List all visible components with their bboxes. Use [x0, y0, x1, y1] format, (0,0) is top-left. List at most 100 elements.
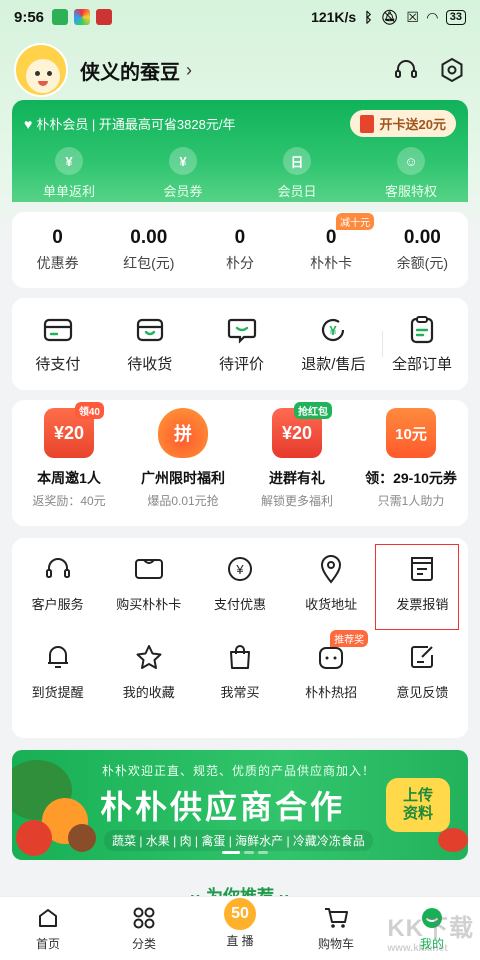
red-envelope-icon: ¥20 抢红包	[272, 402, 332, 458]
red-envelope-icon	[359, 114, 374, 133]
order-pending-review[interactable]: 待评价	[199, 315, 285, 374]
banner-title: 朴朴供应商合作	[100, 789, 346, 825]
membership-tagline: 朴朴会员 | 开通最高可省3828元/年	[36, 117, 236, 132]
gift-card-icon	[134, 554, 164, 584]
chicken-image	[68, 824, 96, 852]
status-bar: 9:56 121K/s ᛒ 🔕︎ ☒ ◠ 33	[0, 0, 480, 34]
svc-hiring[interactable]: 推荐奖 朴朴热招	[288, 630, 374, 730]
services-grid: 客户服务 购买朴朴卡 ¥ 支付优惠 收货地址 发票报销 到货提醒 我的收藏 我常…	[12, 538, 468, 738]
stat-red-packets[interactable]: 0.00 红包(元)	[104, 227, 194, 273]
order-pending-receipt[interactable]: 待收货	[107, 315, 193, 374]
chevron-right-icon[interactable]: ›	[186, 60, 192, 81]
bluetooth-icon: ᛒ	[364, 9, 373, 25]
coupon-icon: 10元	[386, 408, 436, 458]
battery-icon: 33	[445, 9, 466, 25]
svc-restock-alert[interactable]: 到货提醒	[15, 642, 101, 730]
headset-icon	[43, 554, 73, 584]
invoice-icon	[407, 554, 437, 584]
status-time: 9:56	[14, 8, 45, 26]
calendar-icon: 日	[283, 147, 311, 175]
crab-image	[438, 828, 468, 852]
package-box-icon	[135, 315, 165, 345]
sim-icon: ☒	[406, 8, 419, 25]
app-notification-icon	[74, 9, 91, 25]
profile-page: 9:56 121K/s ᛒ 🔕︎ ☒ ◠ 33 侠义的蚕豆 › ♥ 朴朴会员 |…	[0, 0, 480, 960]
perk-vip-service[interactable]: ☺ 客服特权	[361, 147, 461, 200]
order-pending-payment[interactable]: 待支付	[15, 315, 101, 374]
home-icon	[35, 905, 61, 931]
wallet-card-icon	[43, 315, 73, 345]
network-speed: 121K/s	[311, 9, 357, 25]
promo-invite[interactable]: ¥20 领40 本周邀1人 返奖励：40元	[13, 402, 125, 526]
svg-text:¥: ¥	[330, 323, 338, 338]
red-envelope-icon: ¥20 领40	[44, 402, 104, 458]
svc-feedback[interactable]: 意见反馈	[379, 642, 465, 730]
svc-address[interactable]: 收货地址	[288, 554, 374, 642]
app-notification-icon	[52, 9, 69, 25]
yen-circle-icon: ¥	[225, 554, 255, 584]
svc-customer-service[interactable]: 客户服务	[15, 554, 101, 642]
supplier-banner[interactable]: 朴朴欢迎正直、规范、优质的产品供应商加入！ 朴朴供应商合作 蔬菜 | 水果 | …	[12, 750, 468, 860]
order-shortcuts: 待支付 待收货 待评价 ¥ 退款/售后 全部订单	[12, 298, 468, 390]
svc-payment-offers[interactable]: ¥ 支付优惠	[197, 554, 283, 642]
carousel-indicator	[222, 851, 268, 854]
discount-badge: 减十元	[336, 213, 375, 230]
svc-buy-card[interactable]: 购买朴朴卡	[106, 554, 192, 642]
live-badge-icon: 50	[222, 896, 258, 932]
grid-icon	[131, 905, 157, 931]
svc-frequently-bought[interactable]: 我常买	[197, 642, 283, 730]
comment-icon	[227, 315, 257, 345]
order-all[interactable]: 全部订单	[379, 315, 465, 374]
svc-invoice[interactable]: 发票报销	[375, 544, 465, 642]
wifi-icon: ◠	[426, 8, 438, 25]
perk-member-coupon[interactable]: ¥ 会员券	[133, 147, 233, 200]
edit-note-icon	[407, 642, 437, 672]
perk-rebate[interactable]: ¥ 单单返利	[19, 147, 119, 200]
star-icon	[134, 642, 164, 672]
heart-icon: ♥	[24, 115, 33, 132]
location-pin-icon	[316, 554, 346, 584]
order-refund-aftersale[interactable]: ¥ 退款/售后	[290, 315, 376, 374]
headset-icon[interactable]	[392, 56, 420, 84]
settings-gear-icon[interactable]	[438, 56, 466, 84]
mute-icon: 🔕︎	[380, 8, 399, 25]
stat-pupu-card[interactable]: 减十元 0 朴朴卡	[286, 213, 376, 273]
promotions: ¥20 领40 本周邀1人 返奖励：40元 拼 广州限时福利 爆品0.01元抢 …	[12, 400, 468, 526]
clipboard-list-icon	[407, 315, 437, 345]
wallet-stats: 0 优惠券 0.00 红包(元) 0 朴分 减十元 0 朴朴卡 0.00 余额(…	[12, 212, 468, 288]
tab-category[interactable]: 分类	[104, 905, 184, 952]
tab-cart[interactable]: 购物车	[296, 905, 376, 952]
smile-icon: ☺	[397, 147, 425, 175]
membership-card[interactable]: ♥ 朴朴会员 | 开通最高可省3828元/年 开卡送20元 ¥ 单单返利 ¥ 会…	[12, 100, 468, 202]
avatar[interactable]	[14, 43, 68, 97]
tab-live[interactable]: 50 直 播	[200, 896, 280, 949]
svc-favorites[interactable]: 我的收藏	[106, 642, 192, 730]
perk-member-day[interactable]: 日 会员日	[247, 147, 347, 200]
stat-coupons[interactable]: 0 优惠券	[13, 227, 103, 273]
recruit-icon: 推荐奖	[316, 630, 369, 672]
status-right: 121K/s ᛒ 🔕︎ ☒ ◠ 33	[311, 9, 466, 26]
open-card-button[interactable]: 开卡送20元	[349, 110, 456, 137]
tab-home[interactable]: 首页	[8, 905, 88, 952]
promo-tag: 领40	[74, 402, 104, 419]
svg-text:¥: ¥	[235, 562, 244, 577]
banner-categories: 蔬菜 | 水果 | 肉 | 禽蛋 | 海鲜水产 | 冷藏冷冻食品	[104, 830, 373, 851]
stat-balance[interactable]: 0.00 余额(元)	[377, 227, 467, 273]
cart-icon	[323, 905, 349, 931]
upload-button[interactable]: 上传 资料	[386, 778, 450, 832]
banner-subtitle: 朴朴欢迎正直、规范、优质的产品供应商加入！	[102, 764, 376, 778]
promo-coupon[interactable]: 10元 领：29-10元券 只需1人助力	[355, 408, 467, 526]
promo-tag: 抢红包	[294, 402, 332, 419]
promo-flash-deal[interactable]: 拼 广州限时福利 爆品0.01元抢	[127, 408, 239, 526]
watermark: KK下载 www.kkx.net	[387, 915, 474, 954]
tomato-image	[16, 820, 52, 856]
promo-join-group[interactable]: ¥20 抢红包 进群有礼 解锁更多福利	[241, 402, 353, 526]
bell-icon	[43, 642, 73, 672]
coupon-icon: ¥	[169, 147, 197, 175]
refund-icon: ¥	[318, 315, 348, 345]
yen-circle-icon: ¥	[55, 147, 83, 175]
username[interactable]: 侠义的蚕豆	[80, 56, 180, 85]
recommend-badge: 推荐奖	[330, 630, 369, 647]
stat-points[interactable]: 0 朴分	[195, 227, 285, 273]
profile-header: 侠义的蚕豆 ›	[14, 40, 466, 100]
